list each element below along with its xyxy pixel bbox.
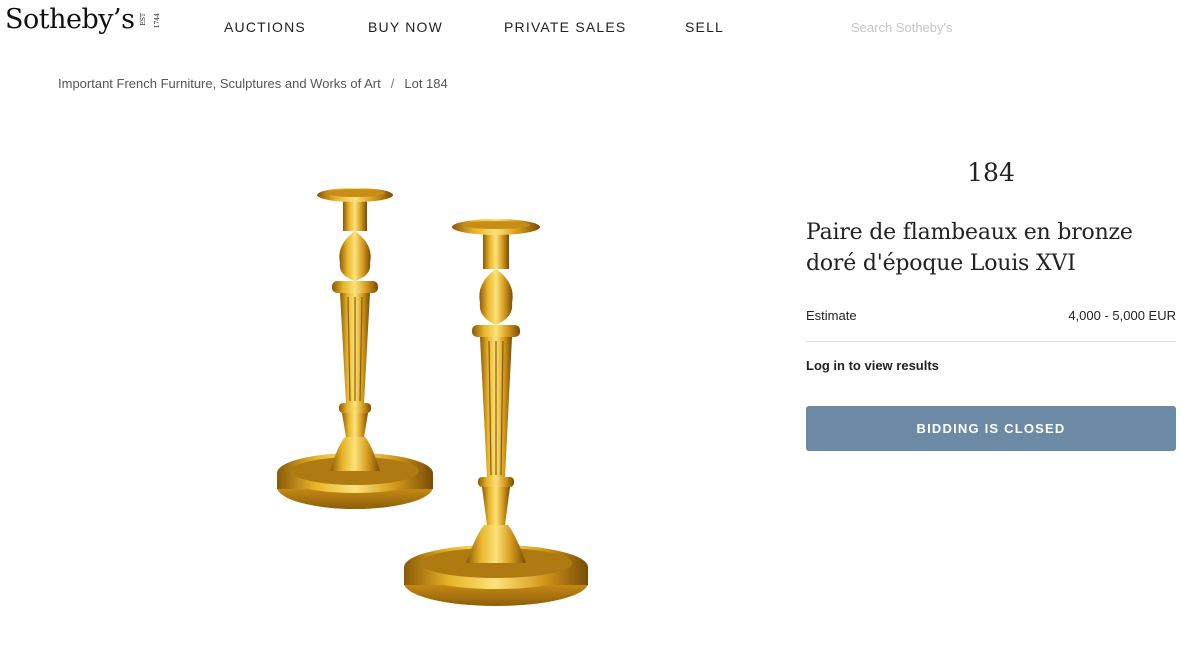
logo-est-year: 1744	[154, 12, 162, 29]
breadcrumb-lot-link[interactable]: Lot 184	[404, 76, 447, 91]
search-input[interactable]	[851, 17, 961, 37]
breadcrumb-separator: /	[390, 76, 395, 91]
breadcrumb: Important French Furniture, Sculptures a…	[58, 76, 448, 91]
lot-number: 184	[967, 158, 1015, 187]
sothebys-logo[interactable]: Sotheby’s EST 1744	[5, 4, 161, 35]
logo-wordmark: Sotheby’s	[5, 4, 135, 35]
lot-image-candlesticks[interactable]	[260, 175, 610, 615]
nav-sell[interactable]: SELL	[685, 19, 724, 35]
estimate-label: Estimate	[806, 308, 857, 323]
left-candlestick	[277, 188, 433, 509]
login-to-view-results-link[interactable]: Log in to view results	[806, 358, 939, 373]
breadcrumb-sale-link[interactable]: Important French Furniture, Sculptures a…	[58, 76, 381, 91]
estimate-row: Estimate 4,000 - 5,000 EUR	[806, 308, 1176, 342]
estimate-value: 4,000 - 5,000 EUR	[1068, 308, 1176, 323]
site-header: Sotheby’s EST 1744 AUCTIONS BUY NOW PRIV…	[0, 0, 1200, 56]
bidding-closed-button[interactable]: BIDDING IS CLOSED	[806, 406, 1176, 451]
nav-private-sales[interactable]: PRIVATE SALES	[504, 19, 626, 35]
logo-est-mark: EST 1744	[134, 11, 161, 28]
nav-buy-now[interactable]: BUY NOW	[368, 19, 443, 35]
right-candlestick	[404, 219, 588, 606]
lot-title: Paire de flambeaux en bronze doré d'époq…	[806, 220, 1133, 276]
nav-auctions[interactable]: AUCTIONS	[224, 19, 306, 35]
logo-est-text: EST	[140, 12, 148, 26]
